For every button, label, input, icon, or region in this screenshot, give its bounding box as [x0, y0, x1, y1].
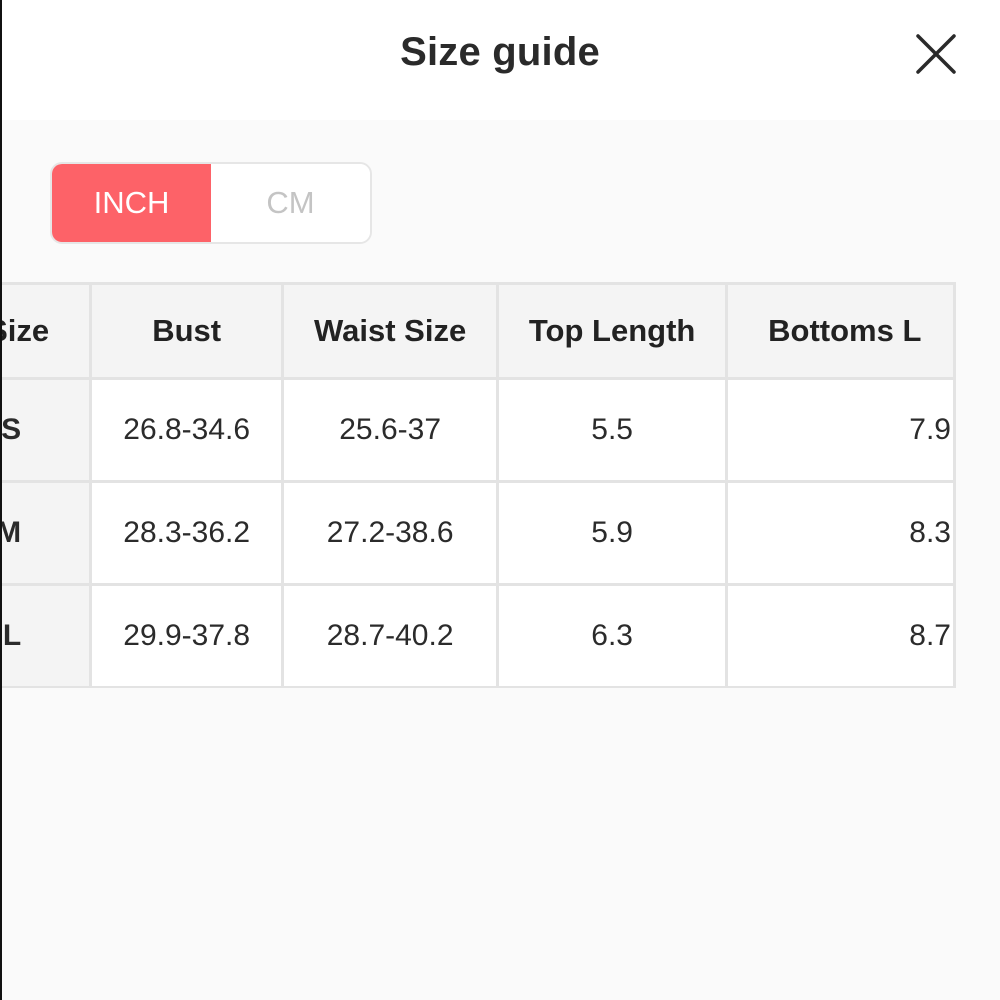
window-edge [0, 0, 2, 1000]
table-row: S 26.8-34.6 25.6-37 5.5 7.9 [0, 377, 956, 483]
top-length-cell: 6.3 [496, 583, 729, 688]
unit-inch-button[interactable]: INCH [52, 164, 211, 242]
close-button[interactable] [910, 28, 962, 80]
size-table-scroll[interactable]: Size Bust Waist Size Top Length Bottoms … [0, 282, 1000, 688]
column-header-waist-size: Waist Size [281, 282, 500, 380]
bust-cell: 26.8-34.6 [89, 377, 285, 483]
bottoms-length-cell: 8.3 [725, 480, 956, 586]
size-cell: M [0, 480, 93, 586]
unit-cm-button[interactable]: CM [211, 164, 370, 242]
size-table: Size Bust Waist Size Top Length Bottoms … [0, 282, 956, 688]
modal-header: Size guide [0, 0, 1000, 120]
table-row: L 29.9-37.8 28.7-40.2 6.3 8.7 [0, 583, 956, 688]
table-row: M 28.3-36.2 27.2-38.6 5.9 8.3 [0, 480, 956, 586]
top-length-cell: 5.9 [496, 480, 729, 586]
top-length-cell: 5.5 [496, 377, 729, 483]
column-header-top-length: Top Length [496, 282, 729, 380]
waist-cell: 28.7-40.2 [281, 583, 500, 688]
unit-toggle: INCH CM [50, 162, 372, 244]
waist-cell: 25.6-37 [281, 377, 500, 483]
column-header-bottoms-length: Bottoms L [725, 282, 956, 380]
close-icon [916, 34, 956, 74]
column-header-bust: Bust [89, 282, 285, 380]
bust-cell: 28.3-36.2 [89, 480, 285, 586]
size-cell: S [0, 377, 93, 483]
bust-cell: 29.9-37.8 [89, 583, 285, 688]
waist-cell: 27.2-38.6 [281, 480, 500, 586]
table-header-row: Size Bust Waist Size Top Length Bottoms … [0, 282, 956, 380]
bottoms-length-cell: 8.7 [725, 583, 956, 688]
page-title: Size guide [400, 30, 600, 74]
size-cell: L [0, 583, 93, 688]
column-header-size: Size [0, 282, 93, 380]
bottoms-length-cell: 7.9 [725, 377, 956, 483]
